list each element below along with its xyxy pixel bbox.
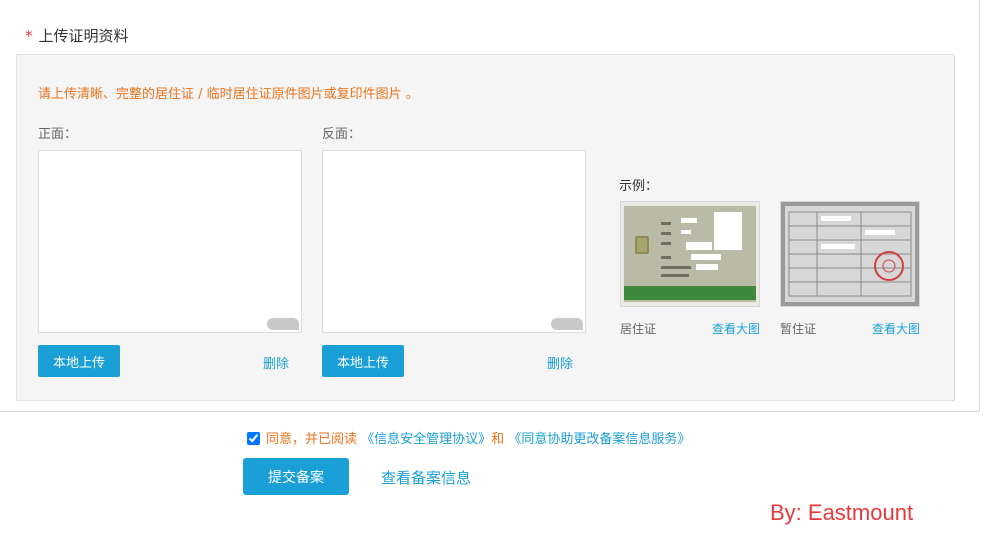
temporary-permit-example-image[interactable] [780, 201, 920, 307]
security-protocol-link[interactable]: 《信息安全管理协议》 [361, 432, 491, 447]
zoom-icon [267, 318, 299, 330]
agreement-conjunction: 和 [491, 432, 505, 447]
temporary-permit-view-large-link[interactable]: 查看大图 [872, 320, 920, 337]
back-label: 反面： [322, 127, 362, 142]
id-card-sample-icon [621, 202, 759, 306]
front-delete-link[interactable]: 删除 [263, 353, 289, 372]
residence-permit-view-large-link[interactable]: 查看大图 [712, 320, 760, 337]
upload-notice: 请上传清晰、完整的居住证 / 临时居住证原件图片或复印件图片 。 [38, 87, 419, 102]
agreement-row: 同意，并已阅读 《信息安全管理协议》和 《同意协助更改备案信息服务》 [247, 428, 690, 447]
back-upload-button[interactable]: 本地上传 [322, 345, 404, 377]
section-title: * 上传证明资料 [25, 25, 129, 46]
example-label: 示例： [619, 179, 659, 194]
temporary-permit-caption: 暂住证 [780, 322, 817, 336]
front-image-preview[interactable] [38, 150, 302, 333]
view-record-info-link[interactable]: 查看备案信息 [381, 467, 471, 488]
residence-permit-caption: 居住证 [620, 322, 657, 336]
agreement-checkbox[interactable] [247, 432, 260, 445]
back-image-preview[interactable] [322, 150, 586, 333]
front-upload-button[interactable]: 本地上传 [38, 345, 120, 377]
agreement-prefix: 同意，并已阅读 [266, 432, 358, 447]
section-title-text: 上传证明资料 [38, 27, 129, 45]
required-mark: * [25, 27, 33, 45]
record-change-service-link[interactable]: 《同意协助更改备案信息服务》 [508, 432, 690, 447]
front-label: 正面： [38, 127, 78, 142]
author-watermark: By: Eastmount [770, 500, 914, 525]
temp-permit-sample-icon [781, 202, 919, 306]
back-delete-link[interactable]: 删除 [547, 353, 573, 372]
zoom-icon [551, 318, 583, 330]
submit-record-button[interactable]: 提交备案 [243, 458, 349, 495]
upload-panel: 请上传清晰、完整的居住证 / 临时居住证原件图片或复印件图片 。 正面： 本地上… [16, 54, 955, 401]
residence-permit-example-image[interactable] [620, 201, 760, 307]
